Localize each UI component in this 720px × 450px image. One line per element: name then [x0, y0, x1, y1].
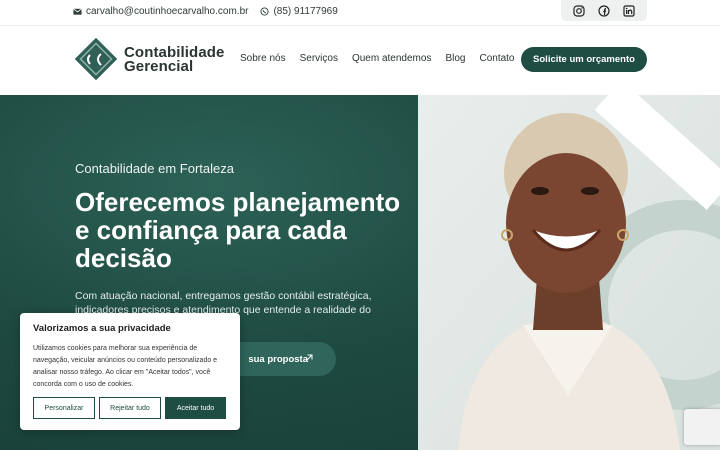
reject-cookies-button[interactable]: Rejeitar tudo — [99, 397, 161, 419]
contact-info: carvalho@coutinhoecarvalho.com.br (85) 9… — [73, 6, 338, 17]
nav-item-quem-atendemos[interactable]: Quem atendemos — [352, 53, 432, 64]
envelope-icon — [73, 7, 82, 16]
whatsapp-icon — [260, 7, 270, 16]
hero-kicker: Contabilidade em Fortaleza — [75, 161, 234, 176]
headline-bold-2: e confiança — [75, 215, 219, 245]
top-bar: carvalho@coutinhoecarvalho.com.br (85) 9… — [0, 0, 720, 26]
recaptcha-badge[interactable] — [684, 409, 720, 445]
cookie-consent-dialog: Valorizamos a sua privacidade Utilizamos… — [20, 313, 240, 430]
accept-cookies-button[interactable]: Aceitar tudo — [165, 397, 226, 419]
logo-mark-icon — [73, 37, 120, 82]
social-links — [561, 0, 647, 21]
request-quote-button[interactable]: Solicite um orçamento — [521, 47, 647, 72]
nav-item-contato[interactable]: Contato — [479, 53, 514, 64]
logo[interactable]: Contabilidade Gerencial — [73, 37, 224, 82]
instagram-icon[interactable] — [573, 4, 585, 17]
customize-cookies-button[interactable]: Personalizar — [33, 397, 95, 419]
nav-item-servicos[interactable]: Serviços — [300, 53, 338, 64]
main-nav: Sobre nós Serviços Quem atendemos Blog C… — [240, 53, 529, 64]
cookie-title: Valorizamos a sua privacidade — [33, 323, 171, 334]
hero-headline: Oferecemos planejamento e confiança para … — [75, 188, 415, 272]
facebook-icon[interactable] — [598, 4, 610, 17]
headline-part-1: Oferecemos — [75, 187, 233, 217]
hero-photo — [418, 95, 720, 450]
nav-item-sobre[interactable]: Sobre nós — [240, 53, 286, 64]
arrow-up-right-icon — [304, 353, 314, 363]
headline-bold-1: planejamento — [232, 187, 401, 217]
linkedin-icon[interactable] — [623, 4, 635, 17]
nav-item-blog[interactable]: Blog — [445, 53, 465, 64]
cookie-text: Utilizamos cookies para melhorar sua exp… — [33, 345, 218, 388]
email-link[interactable]: carvalho@coutinhoecarvalho.com.br — [86, 6, 248, 17]
phone-link[interactable]: (85) 91177969 — [273, 6, 337, 17]
proposal-button-label: sua proposta — [248, 353, 308, 365]
site-header: Contabilidade Gerencial Sobre nós Serviç… — [0, 26, 720, 95]
logo-line-2: Gerencial — [124, 58, 194, 75]
